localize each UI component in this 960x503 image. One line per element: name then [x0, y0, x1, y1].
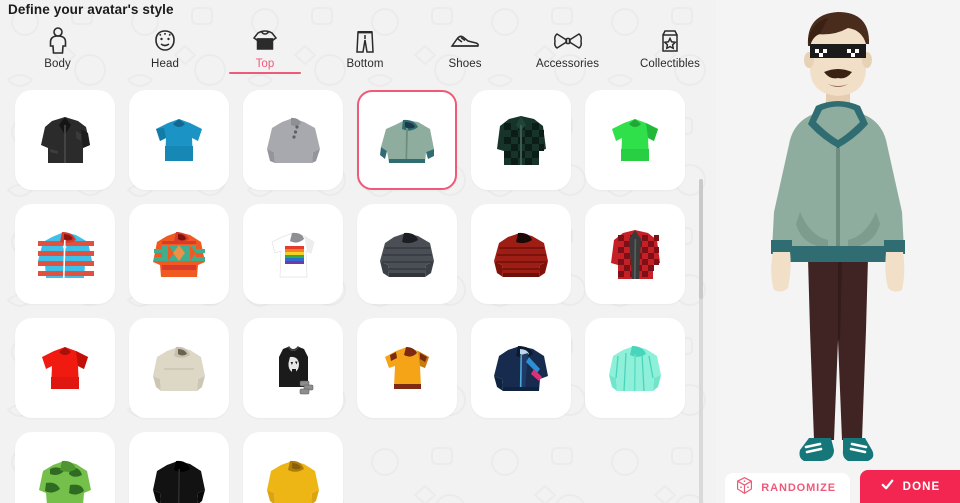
clothing-item-red-tshirt[interactable]	[15, 318, 115, 418]
body-icon	[45, 26, 71, 56]
head-icon	[151, 26, 179, 56]
clothing-item-red-plaid-flannel[interactable]	[585, 204, 685, 304]
clothing-item-white-rainbow-tshirt[interactable]	[243, 204, 343, 304]
category-tabbar: Body Head Top Bottom Shoes Accessories C…	[0, 24, 720, 80]
tab-top[interactable]: Top	[215, 24, 315, 80]
grid-scrollbar-track[interactable]	[699, 179, 703, 503]
tab-shoes[interactable]: Shoes	[415, 24, 515, 80]
tab-label: Shoes	[448, 58, 482, 70]
clothing-grid	[0, 84, 716, 503]
tab-head[interactable]: Head	[115, 24, 215, 80]
bowtie-icon	[552, 26, 584, 56]
avatar-figure	[771, 12, 905, 461]
tab-label: Bottom	[346, 58, 384, 70]
tab-underline	[229, 72, 301, 74]
clothing-item-striped-anorak-hoodie[interactable]	[15, 204, 115, 304]
clothing-item-red-puffer-jacket[interactable]	[471, 204, 571, 304]
clothing-grid-scroll-area[interactable]	[0, 84, 716, 503]
avatar-editor-screen: Define your avatar's style Body Head Top…	[0, 0, 960, 503]
gift-star-icon	[657, 26, 683, 56]
tab-label: Accessories	[535, 58, 600, 70]
randomize-label: RANDOMIZE	[761, 482, 836, 494]
clothing-item-gray-puffer-jacket[interactable]	[357, 204, 457, 304]
randomize-button[interactable]: RANDOMIZE	[725, 473, 850, 503]
tab-accessories[interactable]: Accessories	[515, 24, 620, 80]
avatar-preview-panel[interactable]	[716, 0, 960, 503]
clothing-item-bright-green-tshirt[interactable]	[585, 90, 685, 190]
done-label: DONE	[902, 480, 941, 493]
tab-body[interactable]: Body	[0, 24, 115, 80]
tab-label: Body	[44, 58, 71, 70]
clothing-item-green-camo-top[interactable]	[15, 432, 115, 503]
tab-label: Top	[255, 58, 275, 70]
tab-label: Collectibles	[639, 58, 700, 70]
clothing-item-black-biker-jacket[interactable]	[15, 90, 115, 190]
clothing-item-patterned-knit-sweater[interactable]	[129, 204, 229, 304]
dice-icon	[735, 476, 754, 500]
clothing-item-gray-button-hoodie[interactable]	[243, 90, 343, 190]
tab-bottom[interactable]: Bottom	[315, 24, 415, 80]
clothing-item-black-skull-tank-top[interactable]	[243, 318, 343, 418]
clothing-item-orange-tshirt[interactable]	[357, 318, 457, 418]
clothing-item-yellow-hoodie[interactable]	[243, 432, 343, 503]
clothing-item-navy-track-jacket[interactable]	[471, 318, 571, 418]
clothing-item-mint-track-jacket[interactable]	[585, 318, 685, 418]
shoe-icon	[449, 26, 481, 56]
clothing-item-green-plaid-jacket[interactable]	[471, 90, 571, 190]
pants-icon	[352, 26, 378, 56]
clothing-item-blue-tshirt[interactable]	[129, 90, 229, 190]
shirt-icon	[250, 26, 280, 56]
check-icon	[880, 477, 895, 497]
page-title: Define your avatar's style	[8, 2, 174, 17]
clothing-item-black-hoodie[interactable]	[129, 432, 229, 503]
tab-label: Head	[151, 58, 179, 70]
clothing-item-beige-hoodie[interactable]	[129, 318, 229, 418]
done-button[interactable]: DONE	[860, 470, 960, 503]
clothing-item-sage-green-hoodie[interactable]	[357, 90, 457, 190]
action-bar: RANDOMIZE DONE	[725, 470, 960, 503]
grid-scrollbar-thumb[interactable]	[699, 179, 703, 299]
tab-collectibles[interactable]: Collectibles	[620, 24, 720, 80]
